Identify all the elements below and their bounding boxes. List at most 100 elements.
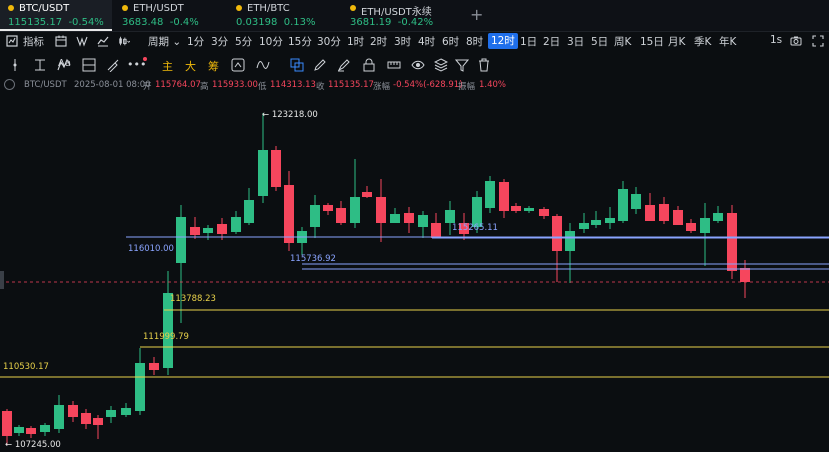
magnet-icon[interactable] [290,58,304,72]
trash-icon[interactable] [477,58,491,72]
candle [404,207,414,233]
compare-square-icon[interactable] [231,58,245,72]
main-chart-toggle[interactable]: 主 [162,58,173,74]
interval-week[interactable]: 周K [614,34,631,49]
tab-btc-usdt[interactable]: BTC/USDT 115135.17 -0.54% [0,0,112,31]
candle [579,213,589,233]
candle [190,217,200,239]
interval-3m[interactable]: 3分 [211,34,228,49]
candle [499,179,509,218]
indicators-icon[interactable] [6,35,18,47]
candle [659,197,669,224]
chart-toolbar: 指标 周期 ⌄ 1分 3分 5分 10分 15分 30分 1时 2时 3时 4时… [0,31,829,53]
candle [700,203,710,266]
candle [149,357,159,375]
scroll-handle[interactable] [0,271,4,289]
interval-3d[interactable]: 3日 [567,34,584,49]
candle-body [350,197,360,223]
layers-icon[interactable] [434,58,448,72]
candle-body [323,205,333,211]
eye-icon[interactable] [411,58,425,72]
pencil-icon[interactable] [313,58,327,72]
marker-icon[interactable] [337,58,351,72]
tab-price-line: 3683.48 -0.4% [122,17,199,28]
candle [271,146,281,191]
ohlc-open: 115764.07 [155,80,201,90]
tab-eth-btc[interactable]: ETH/BTC 0.03198 0.13% [228,0,340,31]
candle [727,205,737,279]
interval-3h[interactable]: 3时 [394,34,411,49]
ruler-icon[interactable] [387,58,401,72]
level-label: 115265.11 [452,223,498,233]
chip-distribution-toggle[interactable]: 筹 [208,58,219,74]
interval-quarter[interactable]: 季K [694,34,711,49]
chevron-down-icon: ⌄ [172,36,182,48]
candle-style-icon[interactable] [118,35,130,47]
tab-eth-usdt[interactable]: ETH/USDT 3683.48 -0.4% [114,0,226,31]
measure-icon[interactable] [82,58,96,72]
large-order-toggle[interactable]: 大 [185,58,196,74]
interval-1d[interactable]: 1日 [520,34,537,49]
level-label: 116010.00 [128,244,174,254]
candle [539,207,549,219]
candle-body [362,192,372,197]
candle-body [605,218,615,223]
camera-icon[interactable] [790,35,802,47]
interval-6h[interactable]: 6时 [442,34,459,49]
period-dropdown[interactable]: 周期 ⌄ [148,34,181,49]
interval-30m[interactable]: 30分 [317,34,341,49]
candle [40,423,50,436]
interval-15d[interactable]: 15日 [640,34,664,49]
interval-15m[interactable]: 15分 [288,34,312,49]
calendar-icon[interactable] [55,35,67,47]
interval-10m[interactable]: 10分 [259,34,283,49]
interval-1m[interactable]: 1分 [187,34,204,49]
filter-icon[interactable] [455,58,469,72]
ohlc-close: 115135.17 [328,80,374,90]
candle [297,227,307,255]
interval-2h[interactable]: 2时 [370,34,387,49]
text-tool-label[interactable]: Aa [58,58,71,69]
drawing-toolbar: Aa ••• 主 大 筹 [0,54,829,76]
symbol-tabs: BTC/USDT 115135.17 -0.54% ETH/USDT 3683.… [0,0,829,32]
candle [631,187,641,214]
trend-line-icon[interactable] [33,58,47,72]
speed-button[interactable]: 1s [770,34,782,46]
wave-icon[interactable] [256,58,270,72]
interval-5d[interactable]: 5日 [591,34,608,49]
lock-icon[interactable] [362,58,376,72]
candlestick-chart[interactable]: ← 123218.00 116010.00 115736.92 115265.11 11… [0,93,829,452]
candle-body [552,216,562,251]
level-label: 113788.23 [170,294,216,304]
interval-12h[interactable]: 12时 [488,33,518,49]
tab-eth-usdt-perp[interactable]: ETH/USDT永续 3681.19 -0.42% [342,0,454,31]
tab-change: -0.54% [68,17,104,28]
candle-body [258,150,268,196]
interval-5m[interactable]: 5分 [235,34,252,49]
interval-4h[interactable]: 4时 [418,34,435,49]
indicators-button[interactable]: 指标 [23,34,44,49]
interval-8h[interactable]: 8时 [466,34,483,49]
candle [336,201,346,225]
compare-icon[interactable] [76,35,88,47]
candle [485,176,495,213]
candle [231,211,241,234]
interval-2d[interactable]: 2日 [543,34,560,49]
candle-body [511,206,521,211]
fullscreen-icon[interactable] [812,35,824,47]
candle-body [26,428,36,434]
add-tab-button[interactable]: + [470,5,483,24]
brush-icon[interactable] [106,58,120,72]
interval-1h[interactable]: 1时 [347,34,364,49]
collapse-icon[interactable] [4,79,15,90]
candle-body [673,210,683,225]
crosshair-icon[interactable] [8,58,22,72]
candle-body [740,268,750,282]
interval-year[interactable]: 年K [719,34,736,49]
candle [645,193,655,221]
tab-change: -0.42% [397,17,434,28]
chart-type-icon[interactable] [97,35,109,47]
ohlc-close-label: 收 [316,82,325,92]
tab-name: ETH/BTC [247,3,290,14]
interval-month[interactable]: 月K [668,34,685,49]
